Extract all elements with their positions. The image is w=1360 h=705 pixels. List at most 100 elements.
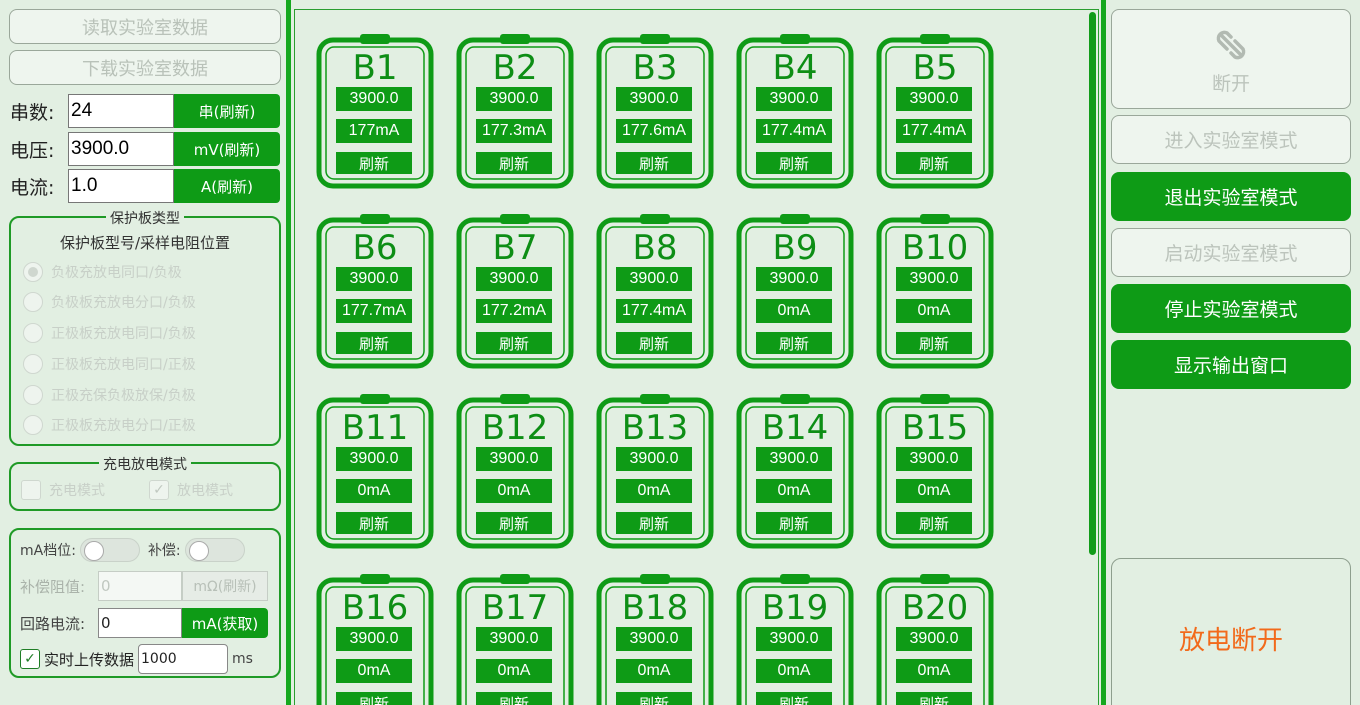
right-divider: [1101, 0, 1106, 705]
cell-refresh-button[interactable]: 刷新: [616, 512, 692, 534]
battery-cell: B4 3900.0 177.4mA 刷新: [736, 33, 854, 189]
cell-refresh-button[interactable]: 刷新: [616, 332, 692, 354]
cell-voltage: 3900.0: [756, 447, 832, 471]
cell-voltage: 3900.0: [756, 267, 832, 291]
checkbox-icon: [21, 480, 41, 500]
board-option-2[interactable]: 负极板充放电分口/负极: [23, 290, 196, 314]
battery-cell: B16 3900.0 0mA 刷新: [316, 573, 434, 705]
board-option-6[interactable]: 正极板充放电分口/正极: [23, 413, 196, 437]
cell-refresh-button[interactable]: 刷新: [896, 332, 972, 354]
battery-cell: B1 3900.0 177mA 刷新: [316, 33, 434, 189]
cell-current: 0mA: [756, 299, 832, 323]
radio-icon: [23, 262, 43, 282]
cell-voltage: 3900.0: [896, 627, 972, 651]
cell-name: B13: [621, 408, 689, 448]
read-lab-data-button[interactable]: 读取实验室数据: [9, 9, 281, 44]
board-option-4[interactable]: 正极板充放电同口/正极: [23, 352, 196, 376]
cell-voltage: 3900.0: [756, 627, 832, 651]
cell-current: 0mA: [476, 659, 552, 683]
cell-count-row: 串数: 24 串(刷新): [10, 94, 280, 128]
cell-refresh-button[interactable]: 刷新: [756, 692, 832, 705]
board-option-3[interactable]: 正极板充放电同口/负极: [23, 321, 196, 345]
grid-scrollbar[interactable]: [1089, 12, 1096, 555]
cell-refresh-button[interactable]: 刷新: [476, 512, 552, 534]
cell-name: B6: [352, 228, 398, 268]
battery-cell: B6 3900.0 177.7mA 刷新: [316, 213, 434, 369]
radio-icon: [23, 323, 43, 343]
board-type-title: 保护板类型: [106, 211, 184, 227]
compensation-toggle[interactable]: [184, 538, 245, 562]
cell-refresh-button[interactable]: 刷新: [756, 332, 832, 354]
cell-current: 0mA: [896, 659, 972, 683]
disconnect-button[interactable]: 断开: [1111, 9, 1351, 109]
cell-refresh-button[interactable]: 刷新: [616, 152, 692, 174]
current-refresh-button[interactable]: A(刷新): [174, 169, 280, 203]
ma-range-label: mA档位:: [20, 543, 76, 559]
cell-voltage: 3900.0: [616, 267, 692, 291]
voltage-label: 电压:: [10, 139, 55, 162]
cell-refresh-button[interactable]: 刷新: [756, 512, 832, 534]
battery-cell: B5 3900.0 177.4mA 刷新: [876, 33, 994, 189]
cell-current: 0mA: [896, 479, 972, 503]
realtime-upload-checkbox[interactable]: ✓: [20, 649, 40, 669]
upload-interval-input[interactable]: 1000: [138, 644, 229, 674]
board-option-1[interactable]: 负极充放电同口/负极: [23, 260, 182, 284]
cell-name: B7: [492, 228, 538, 268]
discharge-status-display: 放电断开: [1111, 558, 1351, 705]
cell-current: 0mA: [476, 479, 552, 503]
discharge-mode-checkbox[interactable]: ✓ 放电模式: [149, 478, 233, 502]
cell-current: 0mA: [896, 299, 972, 323]
cell-name: B16: [341, 588, 409, 628]
cell-name: B14: [761, 408, 829, 448]
compensation-label: 补偿:: [147, 543, 181, 559]
cell-refresh-button[interactable]: 刷新: [336, 692, 412, 705]
cell-voltage: 3900.0: [896, 267, 972, 291]
check-icon: ✓: [149, 480, 169, 500]
battery-cell: B3 3900.0 177.6mA 刷新: [596, 33, 714, 189]
exit-lab-mode-button[interactable]: 退出实验室模式: [1111, 172, 1351, 221]
cell-voltage: 3900.0: [476, 87, 552, 111]
cell-current: 177.4mA: [616, 299, 692, 323]
comp-resistance-refresh-button[interactable]: mΩ(刷新): [182, 571, 268, 601]
show-output-window-button[interactable]: 显示输出窗口: [1111, 340, 1351, 389]
cell-name: B15: [901, 408, 969, 448]
voltage-refresh-button[interactable]: mV(刷新): [174, 132, 280, 166]
current-input[interactable]: 1.0: [68, 169, 174, 203]
comp-resistance-input[interactable]: 0: [98, 571, 182, 601]
cell-refresh-button[interactable]: 刷新: [336, 152, 412, 174]
stop-lab-mode-button[interactable]: 停止实验室模式: [1111, 284, 1351, 333]
cell-name: B12: [481, 408, 549, 448]
cell-refresh-button[interactable]: 刷新: [336, 332, 412, 354]
voltage-input[interactable]: 3900.0: [68, 132, 174, 166]
cell-current: 177.4mA: [756, 119, 832, 143]
disconnect-label: 断开: [1211, 72, 1250, 95]
cell-refresh-button[interactable]: 刷新: [336, 512, 412, 534]
start-lab-mode-button[interactable]: 启动实验室模式: [1111, 228, 1351, 277]
cell-name: B1: [352, 48, 398, 88]
loop-current-input[interactable]: 0: [98, 608, 182, 638]
cell-count-input[interactable]: 24: [68, 94, 174, 128]
enter-lab-mode-button[interactable]: 进入实验室模式: [1111, 115, 1351, 164]
cell-count-refresh-button[interactable]: 串(刷新): [174, 94, 280, 128]
board-option-5[interactable]: 正极充保负极放保/负极: [23, 383, 196, 407]
cell-refresh-button[interactable]: 刷新: [476, 332, 552, 354]
cell-refresh-button[interactable]: 刷新: [476, 152, 552, 174]
battery-cell: B12 3900.0 0mA 刷新: [456, 393, 574, 549]
cell-name: B4: [772, 48, 818, 88]
cell-refresh-button[interactable]: 刷新: [616, 692, 692, 705]
battery-cell: B8 3900.0 177.4mA 刷新: [596, 213, 714, 369]
cell-refresh-button[interactable]: 刷新: [756, 152, 832, 174]
cell-voltage: 3900.0: [616, 627, 692, 651]
realtime-upload-label: 实时上传数据: [44, 650, 135, 669]
download-lab-data-button[interactable]: 下载实验室数据: [9, 50, 281, 85]
cell-refresh-button[interactable]: 刷新: [476, 692, 552, 705]
cell-current: 177.4mA: [896, 119, 972, 143]
ma-range-toggle[interactable]: [79, 538, 140, 562]
cell-refresh-button[interactable]: 刷新: [896, 152, 972, 174]
charge-mode-checkbox[interactable]: 充电模式: [21, 478, 105, 502]
loop-current-get-button[interactable]: mA(获取): [182, 608, 268, 638]
cell-refresh-button[interactable]: 刷新: [896, 512, 972, 534]
cell-name: B8: [632, 228, 678, 268]
cell-current: 177.2mA: [476, 299, 552, 323]
cell-refresh-button[interactable]: 刷新: [896, 692, 972, 705]
